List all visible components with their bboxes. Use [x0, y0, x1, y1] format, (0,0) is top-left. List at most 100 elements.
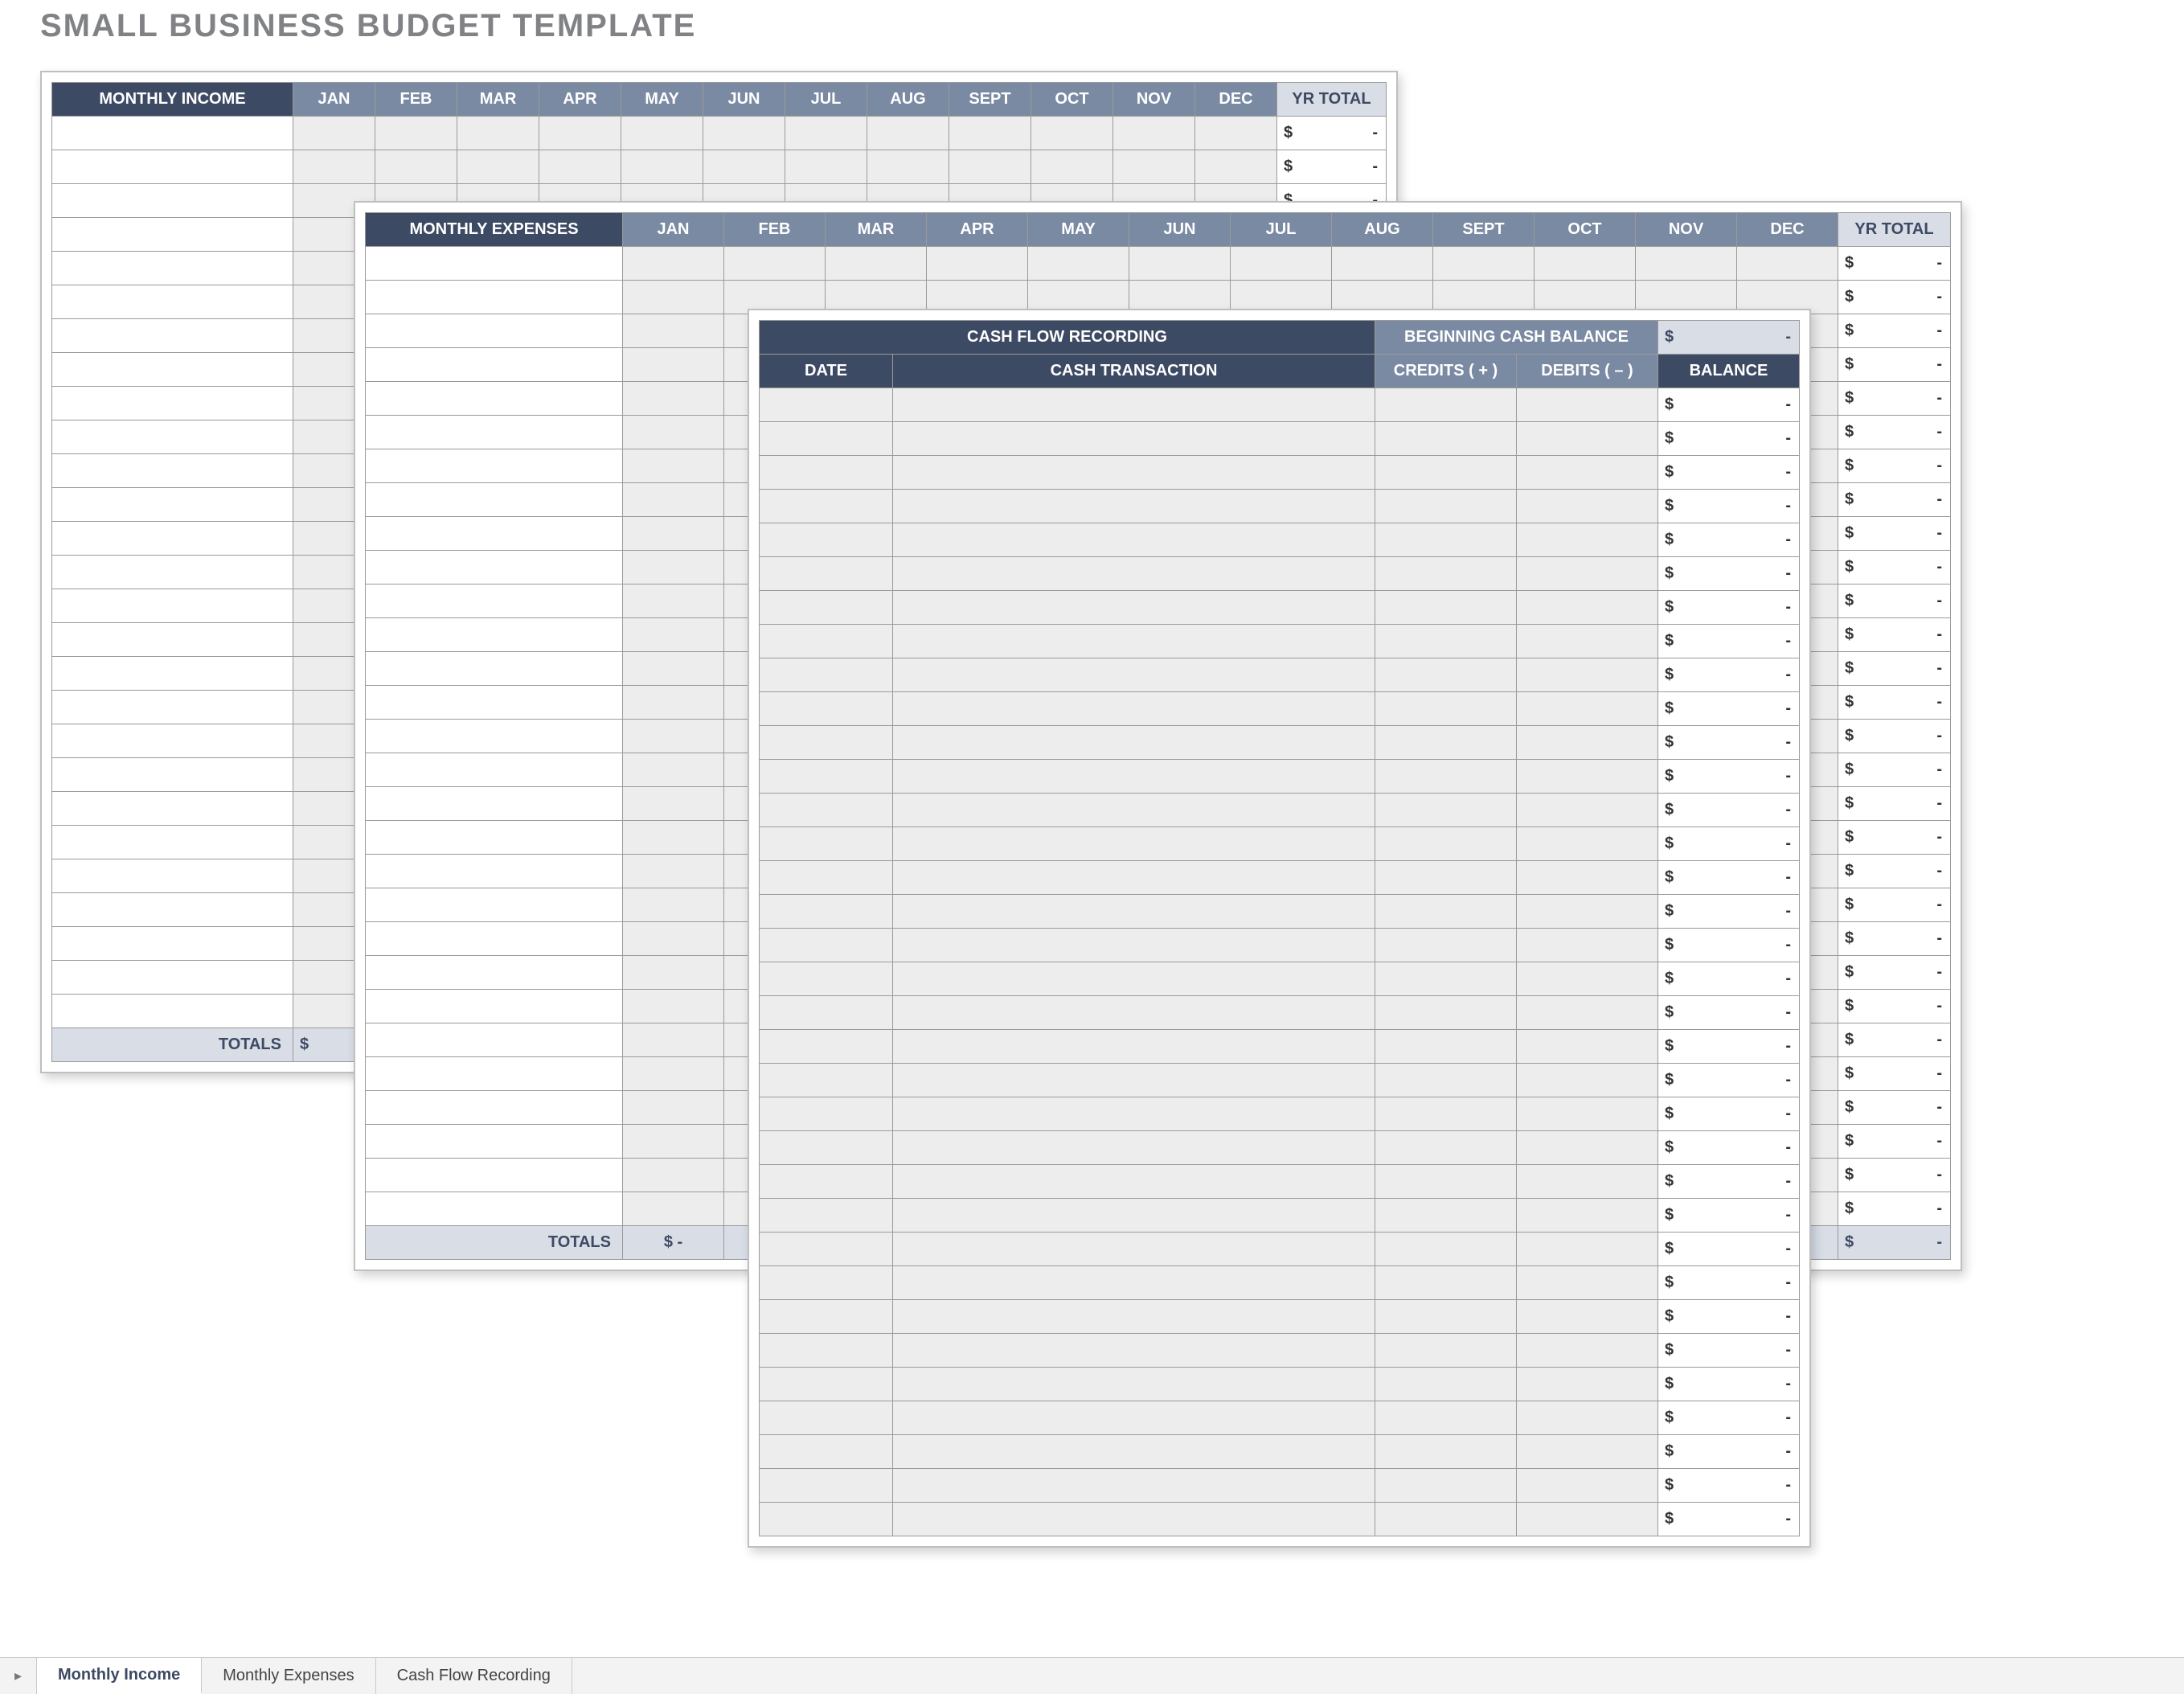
expenses-cell[interactable] — [1535, 247, 1636, 281]
expenses-cell[interactable] — [623, 314, 724, 348]
expenses-cell[interactable] — [1636, 247, 1737, 281]
expenses-cell[interactable] — [623, 483, 724, 517]
cf-credit-cell[interactable] — [1375, 895, 1517, 929]
income-row-label[interactable] — [52, 657, 293, 691]
expenses-row-label[interactable] — [366, 449, 623, 483]
income-row-label[interactable] — [52, 995, 293, 1028]
income-row-label[interactable] — [52, 319, 293, 353]
expenses-row-label[interactable] — [366, 652, 623, 686]
expenses-cell[interactable] — [1129, 247, 1231, 281]
cf-credit-cell[interactable] — [1375, 1233, 1517, 1266]
income-yr-total-cell[interactable]: $- — [1277, 117, 1387, 150]
expenses-row-label[interactable] — [366, 281, 623, 314]
expenses-yr-total-cell[interactable]: $- — [1838, 382, 1951, 416]
expenses-cell[interactable] — [623, 1023, 724, 1057]
cf-credit-cell[interactable] — [1375, 1199, 1517, 1233]
expenses-row-label[interactable] — [366, 382, 623, 416]
cf-transaction-cell[interactable] — [893, 422, 1375, 456]
expenses-yr-total-cell[interactable]: $- — [1838, 551, 1951, 584]
cf-balance-cell[interactable]: $- — [1658, 422, 1800, 456]
expenses-row-label[interactable] — [366, 720, 623, 753]
expenses-cell[interactable] — [623, 1091, 724, 1125]
income-cell[interactable] — [703, 150, 785, 184]
cf-debit-cell[interactable] — [1517, 861, 1658, 895]
income-cell[interactable] — [621, 117, 703, 150]
cf-transaction-cell[interactable] — [893, 1469, 1375, 1503]
income-cell[interactable] — [949, 150, 1031, 184]
cf-balance-cell[interactable]: $- — [1658, 996, 1800, 1030]
cf-debit-cell[interactable] — [1517, 929, 1658, 962]
cf-balance-cell[interactable]: $- — [1658, 1368, 1800, 1401]
income-cell[interactable] — [785, 117, 867, 150]
expenses-yr-total-cell[interactable]: $- — [1838, 449, 1951, 483]
expenses-yr-total-cell[interactable]: $- — [1838, 1057, 1951, 1091]
cf-credit-cell[interactable] — [1375, 726, 1517, 760]
expenses-yr-total-cell[interactable]: $- — [1838, 416, 1951, 449]
cf-transaction-cell[interactable] — [893, 1300, 1375, 1334]
expenses-yr-total-cell[interactable]: $- — [1838, 483, 1951, 517]
cf-transaction-cell[interactable] — [893, 1401, 1375, 1435]
expenses-cell[interactable] — [623, 1057, 724, 1091]
income-cell[interactable] — [293, 117, 375, 150]
cf-transaction-cell[interactable] — [893, 1334, 1375, 1368]
expenses-cell[interactable] — [623, 1192, 724, 1226]
expenses-cell[interactable] — [623, 382, 724, 416]
cf-credit-cell[interactable] — [1375, 658, 1517, 692]
expenses-row-label[interactable] — [366, 618, 623, 652]
expenses-cell[interactable] — [623, 787, 724, 821]
income-row-label[interactable] — [52, 859, 293, 893]
expenses-cell[interactable] — [623, 720, 724, 753]
cf-date-cell[interactable] — [760, 557, 893, 591]
expenses-yr-total-cell[interactable]: $- — [1838, 720, 1951, 753]
cf-debit-cell[interactable] — [1517, 1401, 1658, 1435]
cf-debit-cell[interactable] — [1517, 962, 1658, 996]
cf-credit-cell[interactable] — [1375, 861, 1517, 895]
expenses-yr-total-cell[interactable]: $- — [1838, 247, 1951, 281]
expenses-cell[interactable] — [623, 517, 724, 551]
cf-balance-cell[interactable]: $- — [1658, 456, 1800, 490]
cf-credit-cell[interactable] — [1375, 1064, 1517, 1097]
cf-balance-cell[interactable]: $- — [1658, 523, 1800, 557]
cf-debit-cell[interactable] — [1517, 1469, 1658, 1503]
cf-date-cell[interactable] — [760, 962, 893, 996]
cf-balance-cell[interactable]: $- — [1658, 490, 1800, 523]
cf-date-cell[interactable] — [760, 1401, 893, 1435]
expenses-yr-total-cell[interactable]: $- — [1838, 888, 1951, 922]
expenses-yr-total-cell[interactable]: $- — [1838, 855, 1951, 888]
income-row-label[interactable] — [52, 488, 293, 522]
expenses-row-label[interactable] — [366, 855, 623, 888]
cf-debit-cell[interactable] — [1517, 523, 1658, 557]
income-cell[interactable] — [785, 150, 867, 184]
cf-date-cell[interactable] — [760, 1030, 893, 1064]
income-row-label[interactable] — [52, 724, 293, 758]
cf-debit-cell[interactable] — [1517, 794, 1658, 827]
expenses-yr-total-cell[interactable]: $- — [1838, 753, 1951, 787]
income-row-label[interactable] — [52, 285, 293, 319]
expenses-yr-total-cell[interactable]: $- — [1838, 821, 1951, 855]
expenses-row-label[interactable] — [366, 1057, 623, 1091]
expenses-row-label[interactable] — [366, 1091, 623, 1125]
cf-credit-cell[interactable] — [1375, 1300, 1517, 1334]
cf-date-cell[interactable] — [760, 422, 893, 456]
expenses-row-label[interactable] — [366, 821, 623, 855]
cf-balance-cell[interactable]: $- — [1658, 895, 1800, 929]
cf-debit-cell[interactable] — [1517, 1131, 1658, 1165]
cf-date-cell[interactable] — [760, 490, 893, 523]
cf-transaction-cell[interactable] — [893, 1503, 1375, 1536]
income-row-label[interactable] — [52, 184, 293, 218]
cf-transaction-cell[interactable] — [893, 794, 1375, 827]
expenses-cell[interactable] — [1433, 247, 1535, 281]
cf-credit-cell[interactable] — [1375, 1435, 1517, 1469]
income-row-label[interactable] — [52, 218, 293, 252]
expenses-yr-total-cell[interactable]: $- — [1838, 517, 1951, 551]
cf-date-cell[interactable] — [760, 591, 893, 625]
cf-balance-cell[interactable]: $- — [1658, 591, 1800, 625]
cf-debit-cell[interactable] — [1517, 827, 1658, 861]
cf-credit-cell[interactable] — [1375, 1266, 1517, 1300]
expenses-row-label[interactable] — [366, 584, 623, 618]
cf-balance-cell[interactable]: $- — [1658, 625, 1800, 658]
expenses-yr-total-cell[interactable]: $- — [1838, 787, 1951, 821]
cf-balance-cell[interactable]: $- — [1658, 388, 1800, 422]
cf-transaction-cell[interactable] — [893, 760, 1375, 794]
expenses-cell[interactable] — [623, 416, 724, 449]
